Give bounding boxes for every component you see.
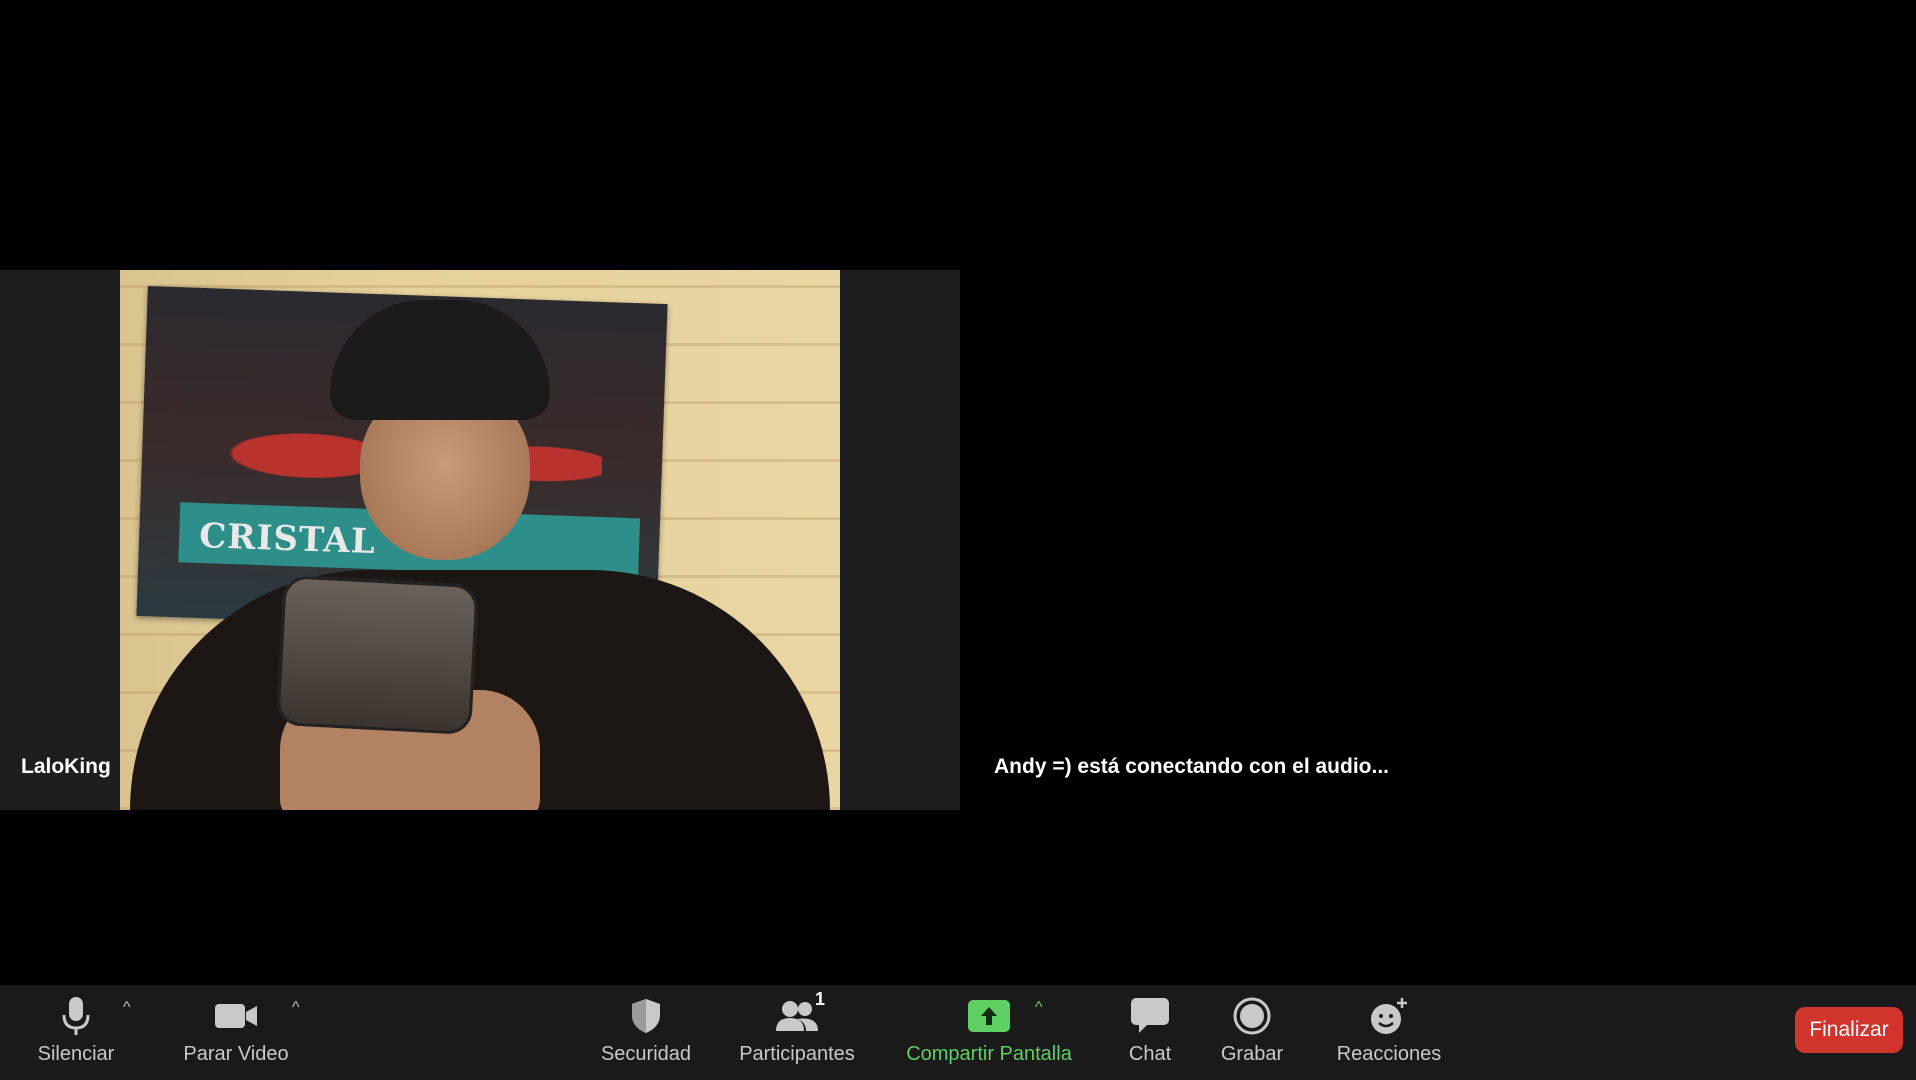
record-button[interactable]: Grabar (1216, 985, 1288, 1080)
reactions-label: Reacciones (1336, 1043, 1442, 1065)
stop-video-button[interactable]: Parar Video (176, 985, 296, 1080)
share-screen-icon (968, 995, 1010, 1037)
share-options-chevron-up-icon[interactable]: ^ (1035, 999, 1043, 1017)
participant-tile-laloking[interactable]: CRISTAL LaloKing (0, 270, 960, 810)
participant-name-label: LaloKing (21, 755, 111, 778)
reactions-button[interactable]: Reacciones (1331, 985, 1447, 1080)
share-screen-button[interactable]: Compartir Pantalla (893, 985, 1085, 1080)
share-screen-label: Compartir Pantalla (906, 1043, 1072, 1065)
mute-label: Silenciar (37, 1043, 115, 1065)
microphone-icon (61, 995, 91, 1037)
security-label: Securidad (600, 1043, 692, 1065)
security-button[interactable]: Securidad (594, 985, 698, 1080)
tile-padding-right (840, 270, 960, 810)
end-meeting-button[interactable]: Finalizar (1795, 1007, 1903, 1053)
mute-button[interactable]: Silenciar (28, 985, 124, 1080)
meeting-stage: CRISTAL LaloKing Andy =) está conectando… (0, 0, 1916, 985)
participants-count-badge: 1 (814, 989, 825, 1009)
participants-label: Participantes (739, 1043, 855, 1065)
phone (276, 575, 479, 735)
record-icon (1233, 995, 1271, 1037)
stop-video-label: Parar Video (183, 1043, 289, 1065)
chat-bubble-icon (1131, 995, 1169, 1037)
participant-video: CRISTAL (120, 270, 840, 810)
video-options-chevron-up-icon[interactable]: ^ (292, 999, 300, 1017)
video-camera-icon (214, 995, 258, 1037)
shield-icon (629, 995, 663, 1037)
participants-icon: 1 (775, 989, 825, 1037)
reactions-icon (1369, 995, 1409, 1037)
tile-padding-left (0, 270, 120, 810)
chat-label: Chat (1128, 1043, 1172, 1065)
poster-banner-text: CRISTAL (198, 515, 377, 563)
meeting-toolbar: Silenciar ^ Parar Video ^ Securidad 1 Pa… (0, 985, 1916, 1080)
audio-options-chevron-up-icon[interactable]: ^ (123, 999, 131, 1017)
participants-button[interactable]: 1 Participantes (730, 985, 864, 1080)
participant-connecting-status: Andy =) está conectando con el audio... (994, 755, 1389, 778)
record-label: Grabar (1220, 1043, 1284, 1065)
chat-button[interactable]: Chat (1120, 985, 1180, 1080)
